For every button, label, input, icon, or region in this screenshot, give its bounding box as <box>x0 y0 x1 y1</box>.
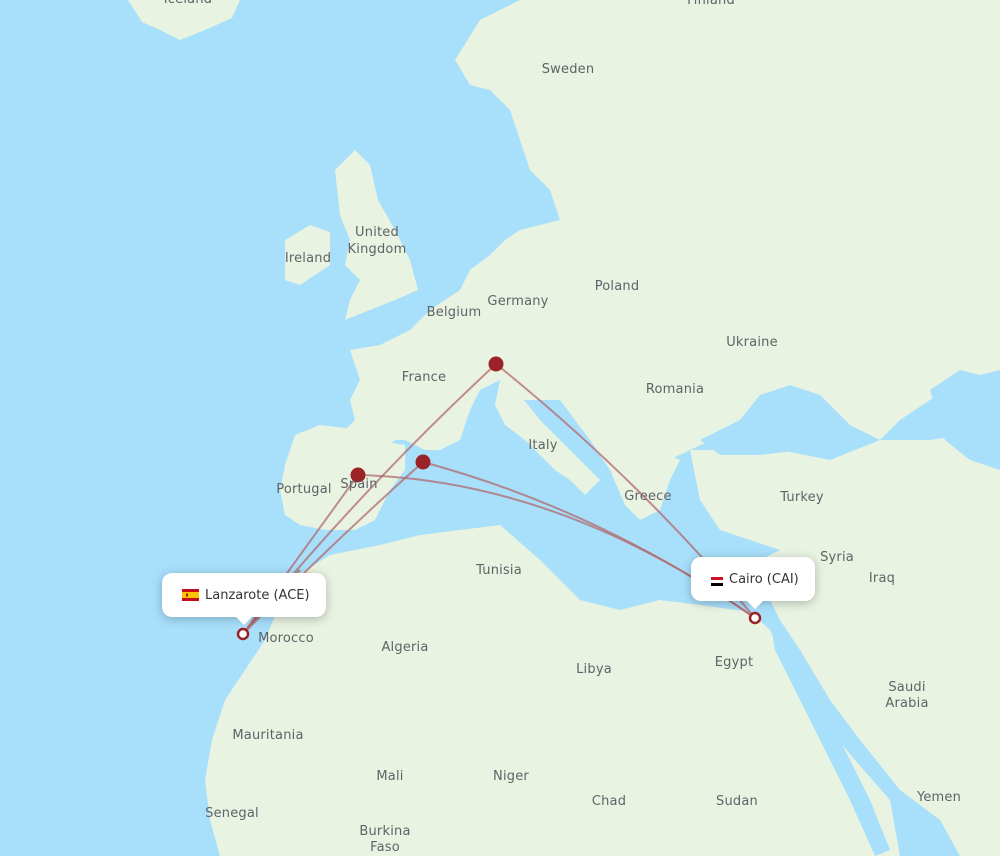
label-libya: Libya <box>576 662 612 677</box>
label-arabia: Arabia <box>885 696 929 711</box>
label-united: United <box>355 225 399 240</box>
label-spain: Spain <box>340 477 378 492</box>
label-yemen: Yemen <box>916 790 962 805</box>
label-italy: Italy <box>528 438 558 453</box>
label-germany: Germany <box>487 294 549 309</box>
label-tunisia: Tunisia <box>476 563 522 578</box>
label-niger: Niger <box>493 769 529 784</box>
barcelona-stop-marker <box>415 454 431 470</box>
label-burkina: Burkina <box>359 824 411 839</box>
label-mauritania: Mauritania <box>232 728 304 743</box>
label-france: France <box>401 370 447 385</box>
spain-flag-icon <box>182 589 199 601</box>
label-iraq: Iraq <box>868 571 896 586</box>
label-saudi: Saudi <box>888 680 926 695</box>
label-sudan: Sudan <box>716 794 758 809</box>
label-belgium: Belgium <box>426 305 482 320</box>
destination-callout[interactable]: Cairo (CAI) <box>691 557 815 609</box>
destination-marker <box>748 611 762 625</box>
egypt-flag-icon <box>711 575 723 586</box>
origin-callout[interactable]: Lanzarote (ACE) <box>162 573 326 625</box>
label-morocco: Morocco <box>258 631 314 646</box>
origin-label: Lanzarote (ACE) <box>205 587 310 603</box>
label-chad: Chad <box>591 794 627 809</box>
label-sweden: Sweden <box>541 62 595 77</box>
destination-label: Cairo (CAI) <box>729 571 799 587</box>
label-kingdom: Kingdom <box>347 242 407 257</box>
label-portugal: Portugal <box>276 482 332 497</box>
label-mali: Mali <box>376 769 404 784</box>
label-poland: Poland <box>594 279 640 294</box>
label-senegal: Senegal <box>205 806 259 821</box>
origin-marker <box>236 627 250 641</box>
label-romania: Romania <box>645 382 705 397</box>
label-faso: Faso <box>370 840 400 855</box>
label-egypt: Egypt <box>714 655 754 670</box>
map-canvas[interactable] <box>0 0 1000 856</box>
label-ireland: Ireland <box>284 251 332 266</box>
label-finland: Finland <box>687 0 735 8</box>
label-ukraine: Ukraine <box>726 335 778 350</box>
label-turkey: Turkey <box>780 490 824 505</box>
label-greece: Greece <box>624 489 672 504</box>
label-syria: Syria <box>820 550 854 565</box>
label-algeria: Algeria <box>381 640 429 655</box>
zurich-stop-marker <box>488 356 504 372</box>
label-iceland: Iceland <box>164 0 212 8</box>
